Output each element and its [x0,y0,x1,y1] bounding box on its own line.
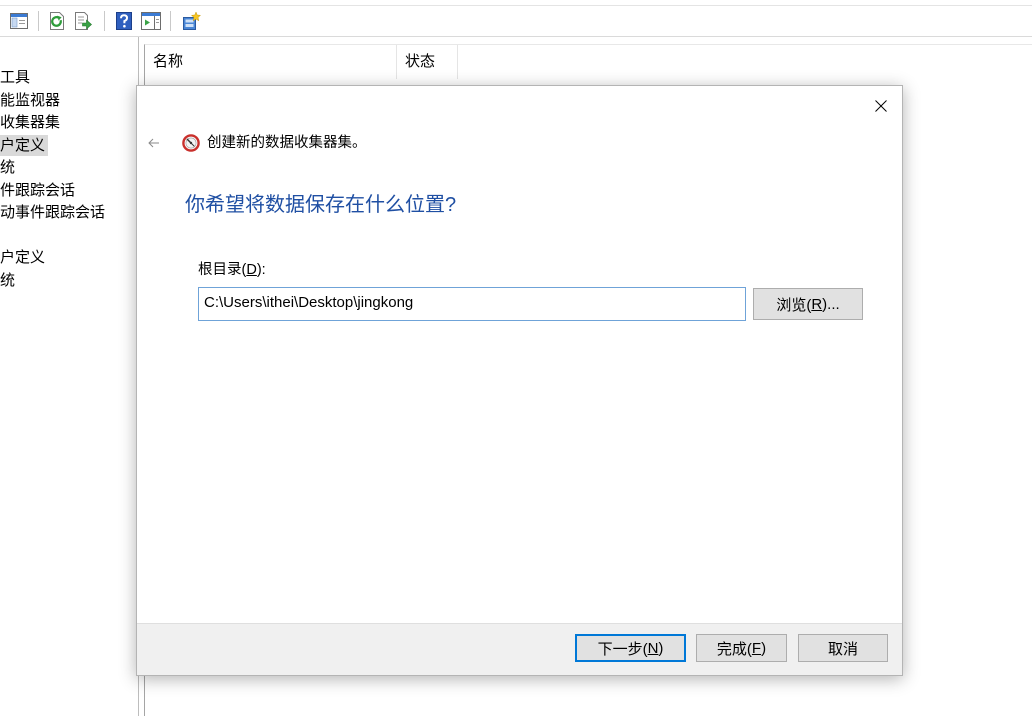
tree-item[interactable]: 收集器集 [0,112,138,135]
tree-item[interactable]: 件跟踪会话 [0,180,138,203]
tree-item[interactable]: 能监视器 [0,90,138,113]
refresh-icon [50,12,64,30]
tree-item-label: 收集器集 [0,114,61,131]
root-directory-input[interactable] [198,287,746,321]
help-icon [116,12,132,30]
export-list-button[interactable] [70,7,96,35]
column-header-status[interactable]: 状态 [397,45,458,79]
finish-button[interactable]: 完成(F) [696,634,787,662]
tree-item[interactable]: 统 [0,157,138,180]
tree-item-label: 统 [0,159,16,176]
tree-item-label: 件跟踪会话 [0,181,76,199]
close-icon [875,100,887,112]
close-button[interactable] [865,91,897,121]
show-hide-console-tree-button[interactable] [6,7,32,35]
root-directory-access-key: D [246,262,257,278]
browse-button[interactable]: 浏览(R)... [753,288,863,320]
data-collector-set-icon [182,134,200,152]
tree-item-label: 能监视器 [0,91,61,109]
tree-list: 工具 能监视器 收集器集 户定义 统 件跟踪会话 动事件跟踪会话 户定义 统 [0,37,138,292]
cancel-button[interactable]: 取消 [798,634,888,662]
help-button[interactable] [111,7,137,35]
refresh-button[interactable] [44,7,70,35]
tree-item[interactable]: 动事件跟踪会话 [0,202,138,225]
toolbar-separator [104,11,105,31]
toolbar-separator [170,11,171,31]
wizard-heading: 你希望将数据保存在什么位置? [185,194,457,216]
create-data-collector-set-wizard: 创建新的数据收集器集。 你希望将数据保存在什么位置? 根目录(D): 浏览(R)… [136,85,903,676]
tree-item-label: 户定义 [0,249,46,266]
show-hide-action-pane-icon [141,12,161,30]
tree-item[interactable]: 户定义 [0,247,138,270]
export-list-icon [75,12,92,30]
console-tree: 工具 能监视器 收集器集 户定义 统 件跟踪会话 动事件跟踪会话 户定义 统 [0,37,139,716]
toolbar [0,5,1032,37]
root-directory-label: 根目录(D): [198,260,266,280]
new-data-collector-set-button[interactable] [178,7,204,35]
browse-access-key: R [811,295,823,313]
tree-item-label: 工具 [0,69,31,86]
tree-item-label: 户定义 [0,134,49,156]
next-label-text: 下一步( [597,640,648,658]
finish-label-suffix: ) [761,639,767,657]
toolbar-separator [38,11,39,31]
next-button[interactable]: 下一步(N) [575,634,686,662]
browse-label-text: 浏览( [776,296,812,314]
column-header-name[interactable]: 名称 [145,45,397,79]
tree-item[interactable]: 工具 [0,67,138,90]
finish-access-key: F [751,639,762,657]
show-hide-console-tree-icon [10,13,28,29]
tree-item-label: 统 [0,271,16,289]
wizard-title: 创建新的数据收集器集。 [207,135,367,151]
finish-label-text: 完成( [716,640,752,658]
tree-item-selected[interactable]: 户定义 [0,134,138,158]
tree-item-label: 动事件跟踪会话 [0,204,106,221]
root-directory-label-suffix: ): [256,262,266,278]
back-arrow-icon [148,138,159,148]
next-access-key: N [647,639,659,657]
next-label-suffix: ) [658,639,664,657]
new-data-collector-set-icon [183,11,201,30]
root-directory-label-text: 根目录( [198,262,247,278]
tree-item[interactable]: 统 [0,270,138,293]
wizard-footer: 下一步(N) 完成(F) 取消 [137,623,902,675]
browse-label-suffix: )... [822,295,840,313]
show-hide-action-pane-button[interactable] [138,7,164,35]
back-button[interactable] [143,132,165,154]
list-header: 名称 状态 [145,45,1032,79]
